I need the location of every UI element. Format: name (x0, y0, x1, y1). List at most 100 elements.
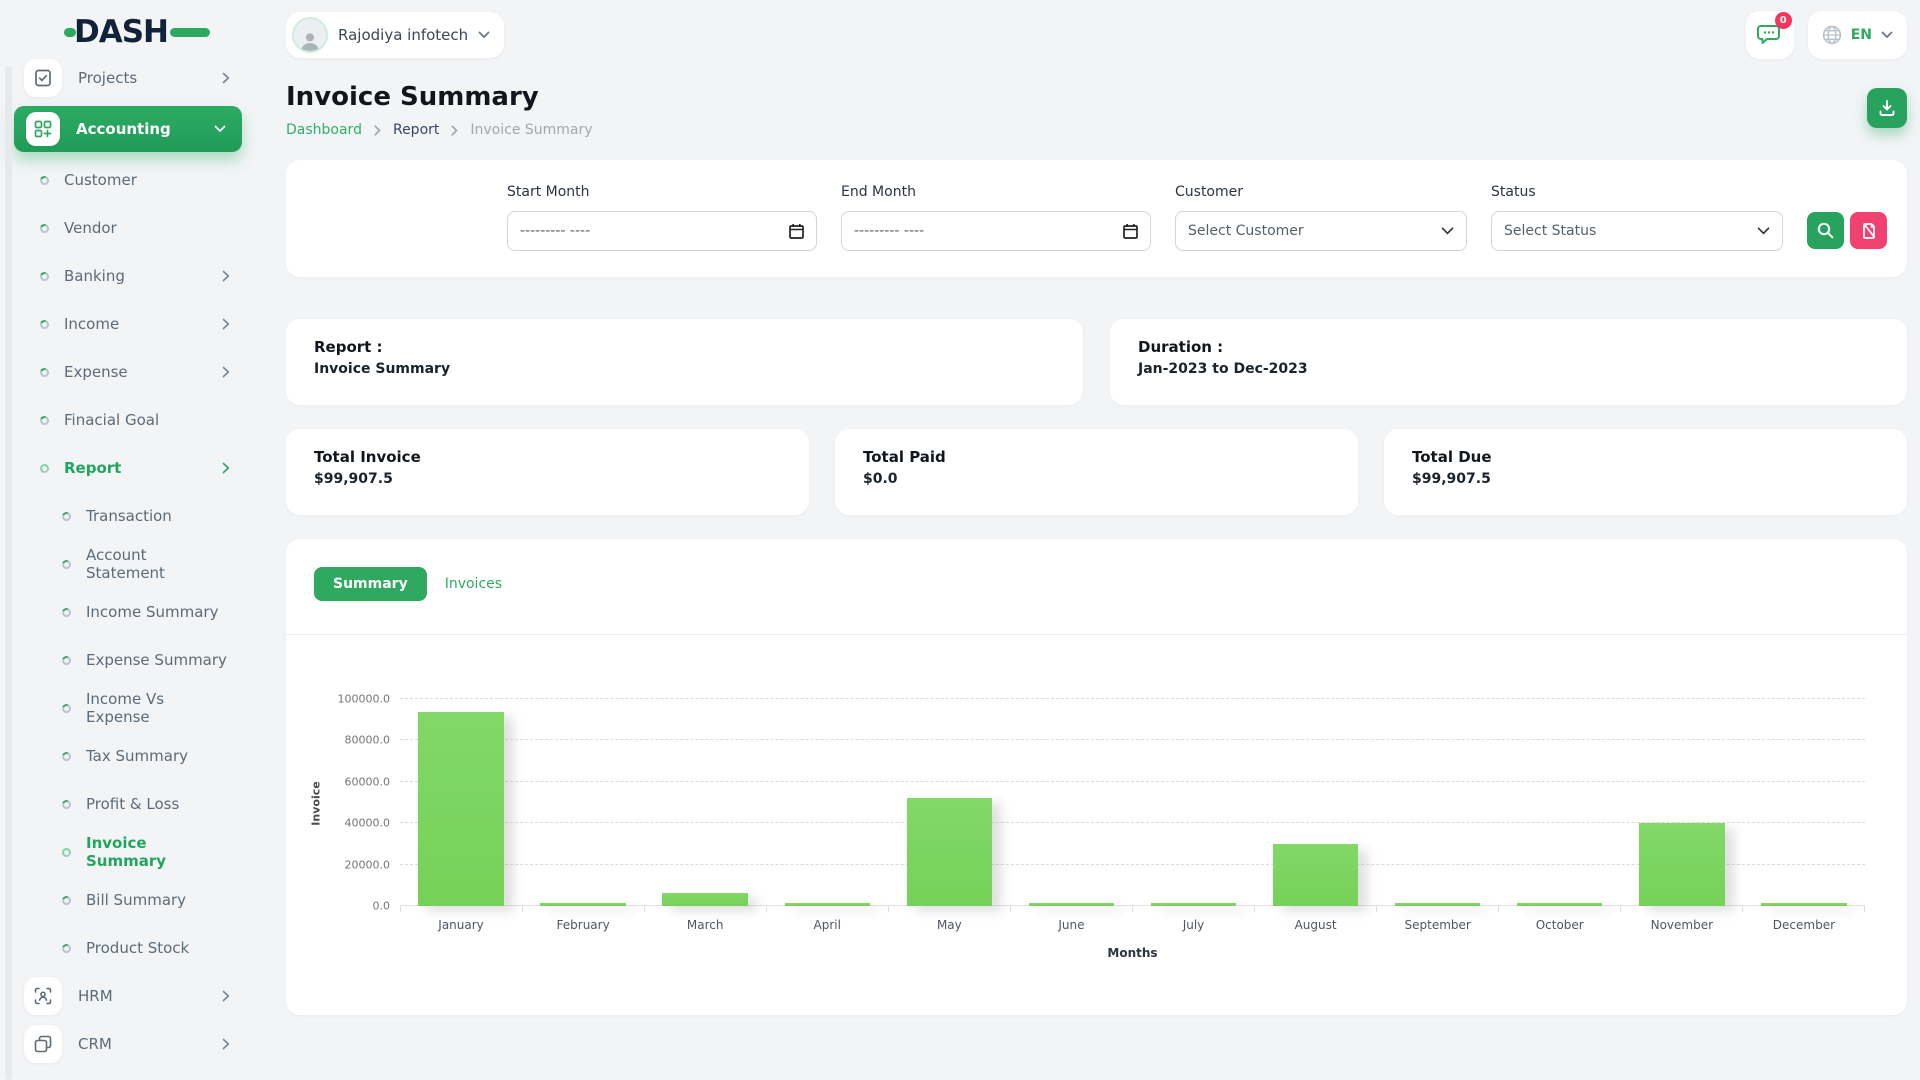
bar-october[interactable] (1517, 903, 1602, 906)
sidebar-scrollbar[interactable] (5, 66, 12, 1080)
bar-january[interactable] (418, 712, 503, 906)
x-label-january: January (400, 918, 522, 932)
person-icon (299, 31, 321, 51)
sidebar-item-product-stock[interactable]: Product Stock (0, 924, 256, 972)
sidebar-item-income-vs-expense[interactable]: Income Vs Expense (0, 684, 256, 732)
tab-invoices[interactable]: Invoices (445, 576, 502, 592)
x-axis-title: Months (400, 946, 1865, 960)
bar-july[interactable] (1151, 903, 1236, 906)
sidebar-item-label: Product Stock (86, 939, 189, 957)
bar-february[interactable] (540, 903, 625, 906)
sidebar-item-accounting[interactable]: Accounting (14, 106, 242, 152)
end-month-input[interactable]: --------- ---- (841, 211, 1151, 251)
sidebar-item-tax-summary[interactable]: Tax Summary (0, 732, 256, 780)
bullet-icon (39, 414, 51, 426)
sidebar-item-account-statement[interactable]: Account Statement (0, 540, 256, 588)
sidebar-item-vendor[interactable]: Vendor (0, 204, 256, 252)
sidebar-item-label: CRM (78, 1035, 112, 1053)
chevron-down-icon (1757, 227, 1770, 235)
bar-august[interactable] (1273, 844, 1358, 906)
bar-december[interactable] (1761, 903, 1846, 906)
apply-filter-button[interactable] (1807, 212, 1844, 249)
bullet-icon (61, 654, 73, 666)
reset-filter-button[interactable] (1850, 212, 1887, 249)
sidebar-item-expense[interactable]: Expense (0, 348, 256, 396)
x-tick (1499, 906, 1621, 912)
invoice-bar-chart: Invoice 0.020000.040000.060000.080000.01… (400, 699, 1865, 906)
x-label-december: December (1743, 918, 1865, 932)
sidebar-item-invoice-summary[interactable]: Invoice Summary (0, 828, 256, 876)
x-tick (1377, 906, 1499, 912)
x-tick (401, 906, 523, 912)
language-selector[interactable]: EN (1808, 11, 1907, 59)
bar-slot-november (1621, 699, 1743, 906)
breadcrumb-dashboard[interactable]: Dashboard (286, 122, 362, 138)
sidebar-item-crm[interactable]: CRM (0, 1020, 256, 1068)
sidebar-item-label: Projects (78, 69, 137, 87)
bullet-icon (39, 222, 51, 234)
sidebar-item-report[interactable]: Report (0, 444, 256, 492)
customer-selected-value: Select Customer (1188, 223, 1304, 239)
start-month-input[interactable]: --------- ---- (507, 211, 817, 251)
sidebar-item-label: Income Summary (86, 603, 218, 621)
chevron-right-icon (222, 990, 230, 1002)
bullet-icon (39, 318, 51, 330)
messages-button[interactable]: 0 (1746, 11, 1794, 59)
bar-april[interactable] (785, 903, 870, 906)
x-tick (523, 906, 645, 912)
topbar-actions: 0 EN (1746, 11, 1907, 59)
tab-summary[interactable]: Summary (314, 567, 427, 601)
sidebar-item-finacial-goal[interactable]: Finacial Goal (0, 396, 256, 444)
bar-slot-august (1255, 699, 1377, 906)
bar-slot-july (1132, 699, 1254, 906)
sidebar-item-customer[interactable]: Customer (0, 156, 256, 204)
total-invoice-card: Total Invoice $99,907.5 (286, 429, 809, 515)
x-label-august: August (1255, 918, 1377, 932)
topbar: Rajodiya infotech 0 EN (286, 0, 1907, 70)
sidebar-item-label: Bill Summary (86, 891, 186, 909)
y-tick-label: 40000.0 (345, 817, 391, 830)
chart-panel: Summary Invoices Invoice 0.020000.040000… (286, 539, 1907, 1015)
company-selector[interactable]: Rajodiya infotech (286, 12, 504, 58)
chevron-down-icon (1881, 31, 1893, 39)
sidebar-item-bill-summary[interactable]: Bill Summary (0, 876, 256, 924)
bar-november[interactable] (1639, 823, 1724, 906)
sidebar-item-projects[interactable]: Projects (0, 54, 256, 102)
sidebar-item-income[interactable]: Income (0, 300, 256, 348)
sidebar-item-label: Tax Summary (86, 747, 188, 765)
y-tick-label: 60000.0 (345, 775, 391, 788)
bar-slot-march (644, 699, 766, 906)
x-axis-labels: JanuaryFebruaryMarchAprilMayJuneJulyAugu… (400, 918, 1865, 932)
app-root: DASH Projects AccountingCustomerVendorBan… (0, 0, 1920, 1080)
sidebar-item-hrm[interactable]: HRM (0, 972, 256, 1020)
x-label-september: September (1377, 918, 1499, 932)
bar-may[interactable] (907, 798, 992, 906)
x-label-june: June (1010, 918, 1132, 932)
status-label: Status (1491, 184, 1783, 200)
bar-september[interactable] (1395, 903, 1480, 906)
sidebar-item-expense-summary[interactable]: Expense Summary (0, 636, 256, 684)
sidebar-item-transaction[interactable]: Transaction (0, 492, 256, 540)
download-button[interactable] (1867, 88, 1907, 128)
sidebar-item-income-summary[interactable]: Income Summary (0, 588, 256, 636)
total-paid-value: $0.0 (863, 471, 1330, 487)
chevron-right-icon (222, 366, 230, 378)
sidebar-item-profit-loss[interactable]: Profit & Loss (0, 780, 256, 828)
end-month-placeholder: --------- ---- (854, 223, 924, 239)
bar-slot-september (1377, 699, 1499, 906)
duration-value: Jan-2023 to Dec-2023 (1138, 361, 1879, 377)
bar-june[interactable] (1029, 903, 1114, 906)
breadcrumb-report[interactable]: Report (393, 122, 439, 138)
report-info-row: Report : Invoice Summary Duration : Jan-… (286, 319, 1907, 405)
bar-march[interactable] (662, 893, 747, 906)
bullet-icon (61, 558, 73, 570)
sidebar-item-banking[interactable]: Banking (0, 252, 256, 300)
duration-label: Duration : (1138, 338, 1879, 356)
bullet-icon (61, 942, 73, 954)
customer-select[interactable]: Select Customer (1175, 211, 1467, 251)
bullet-icon (39, 174, 51, 186)
report-card: Report : Invoice Summary (286, 319, 1083, 405)
status-select[interactable]: Select Status (1491, 211, 1783, 251)
logo-text: DASH (74, 14, 168, 50)
chevron-right-icon (222, 462, 230, 474)
